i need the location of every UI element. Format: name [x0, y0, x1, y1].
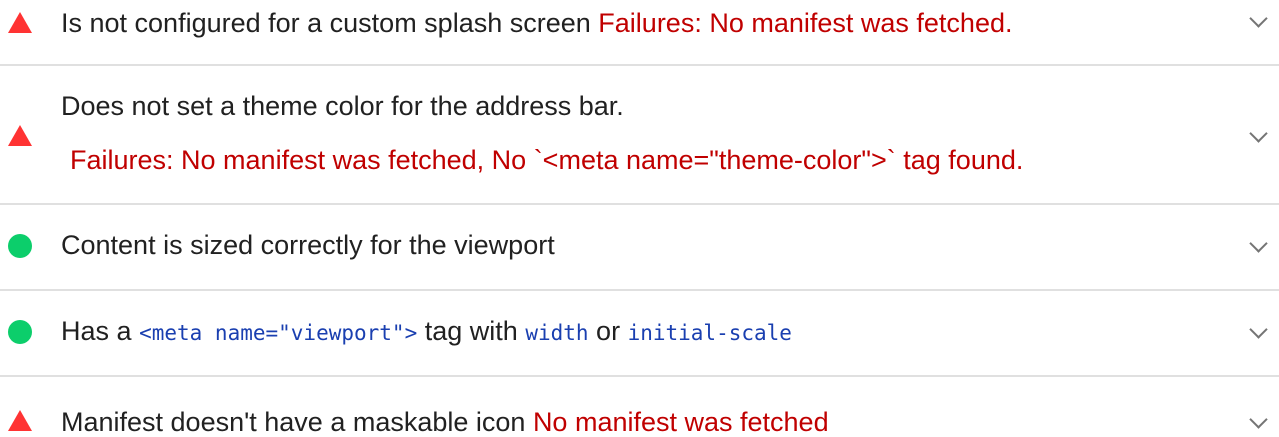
- audit-content-width[interactable]: Content is sized correctly for the viewp…: [0, 205, 1279, 291]
- audit-failure-text: Failures: No manifest was fetched.: [598, 8, 1013, 38]
- circle-pass-icon: [8, 320, 32, 344]
- audit-title-mid: tag with: [424, 316, 518, 346]
- chevron-down-icon[interactable]: [1249, 320, 1268, 339]
- audit-title: Does not set a theme color for the addre…: [61, 91, 624, 121]
- audit-maskable-icon[interactable]: Manifest doesn't have a maskable icon No…: [0, 377, 1279, 437]
- audit-title-line: Is not configured for a custom splash sc…: [61, 7, 1012, 39]
- code-initial-scale: initial-scale: [627, 321, 792, 345]
- triangle-warning-icon: [8, 125, 32, 146]
- triangle-warning-icon: [8, 410, 32, 431]
- chevron-down-icon[interactable]: [1249, 124, 1268, 143]
- audit-title: Content is sized correctly for the viewp…: [61, 230, 555, 260]
- audit-title-or: or: [596, 316, 621, 346]
- audit-title-line: Manifest doesn't have a maskable icon No…: [61, 406, 829, 437]
- audit-list: Is not configured for a custom splash sc…: [0, 0, 1279, 437]
- audit-title: Is not configured for a custom splash sc…: [61, 8, 591, 38]
- audit-title: Manifest doesn't have a maskable icon: [61, 407, 526, 437]
- audit-failure-text: Failures: No manifest was fetched, No `<…: [70, 145, 1024, 175]
- code-meta-viewport: <meta name="viewport">: [139, 321, 418, 345]
- audit-title-line: Has a <meta name="viewport"> tag with wi…: [61, 315, 792, 349]
- audit-title-prefix: Has a: [61, 316, 132, 346]
- audit-viewport[interactable]: Has a <meta name="viewport"> tag with wi…: [0, 291, 1279, 377]
- chevron-down-icon[interactable]: [1249, 410, 1268, 429]
- audit-theme-color[interactable]: Does not set a theme color for the addre…: [0, 66, 1279, 205]
- triangle-warning-icon: [8, 12, 32, 33]
- code-width: width: [525, 321, 589, 345]
- circle-pass-icon: [8, 234, 32, 258]
- audit-splash-screen[interactable]: Is not configured for a custom splash sc…: [0, 0, 1279, 66]
- chevron-down-icon[interactable]: [1249, 234, 1268, 253]
- audit-failure-text: No manifest was fetched: [532, 407, 829, 437]
- chevron-down-icon[interactable]: [1249, 9, 1268, 28]
